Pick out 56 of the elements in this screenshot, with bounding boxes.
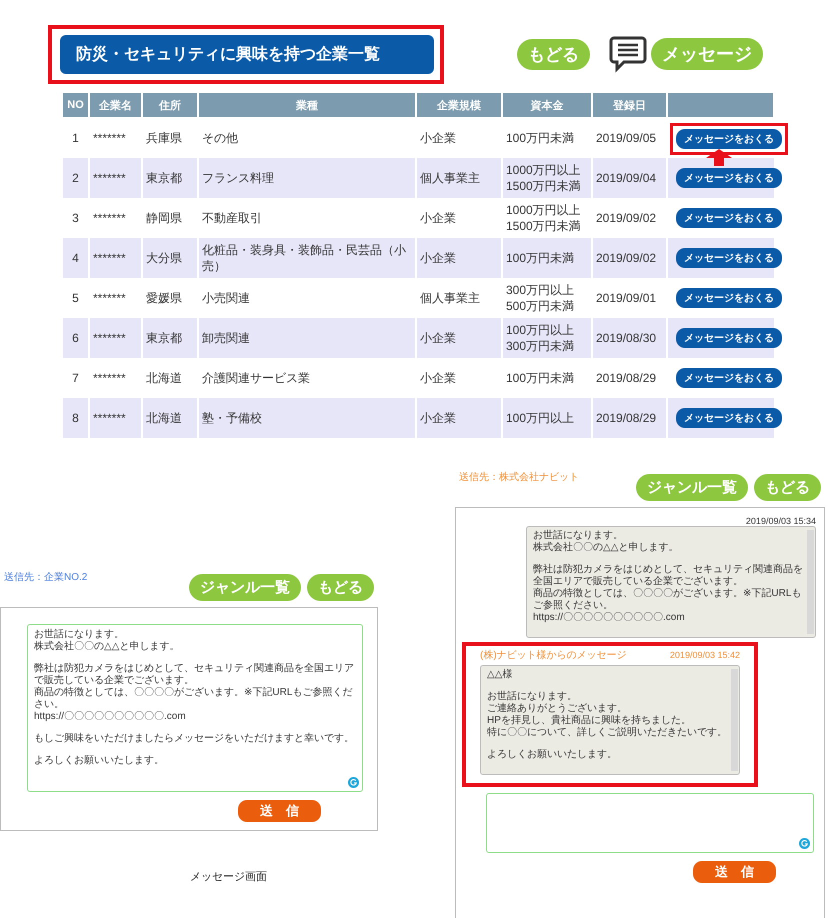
message-line: 商品の特徴としては、〇〇〇〇がございます。※下記URLもご参照ください。 xyxy=(34,687,354,711)
table-cell: 北海道 xyxy=(142,398,198,438)
sender-label: (株)ナビット様からのメッセージ xyxy=(480,648,627,662)
message-line: 弊社は防犯カメラをはじめとして、セキュリティ関連商品を xyxy=(533,564,803,576)
message-line: HPを拝見し、貴社商品に興味を持ちました。 xyxy=(487,715,692,726)
message-line: 特に〇〇について、詳しくご説明いただきたいです。 xyxy=(487,727,727,739)
page-title: 防災・セキュリティに興味を持つ企業一覧 xyxy=(60,34,434,74)
send-message-button[interactable]: メッセージをおくる xyxy=(676,128,782,148)
message-line: よろしくお願いいたします。 xyxy=(34,755,165,767)
column-header: 登録日 xyxy=(592,92,667,118)
message-line: 株式会社〇〇の△△と申します。 xyxy=(533,542,680,554)
message-line: お世話になります。 xyxy=(34,629,125,640)
column-header: 企業名 xyxy=(89,92,142,118)
message-field[interactable]: お世話になります。 株式会社〇〇の△△と申します。 弊社は防犯カメラをはじめとして、セキュリティ関連商品を全国エリアで販売している企業でございます。 商品の特徴としては、〇〇〇〇がございます。※下記URLもご参照ください。 https://〇〇〇〇〇〇〇〇〇〇.com もしご興味をいただけましたらメッセージをいただけますと幸いです。 よろしくお願いいたします。 xyxy=(27,624,363,792)
send-message-button[interactable]: メッセージをおくる xyxy=(676,368,782,388)
column-header: 業種 xyxy=(198,92,416,118)
timestamp: 2019/09/03 15:34 xyxy=(746,516,816,526)
message-line: ご連絡ありがとうございます。 xyxy=(487,703,628,714)
column-header: 資本金 xyxy=(502,92,592,118)
send-message-button[interactable]: メッセージをおくる xyxy=(676,328,782,348)
message-line: 株式会社〇〇の△△と申します。 xyxy=(34,641,180,653)
send-message-button[interactable]: メッセージをおくる xyxy=(676,408,782,428)
table-cell: ******* xyxy=(89,398,142,438)
message-line: https://〇〇〇〇〇〇〇〇〇〇.com xyxy=(34,711,187,723)
message-line: 商品の特徴としては、〇〇〇〇がございます。※下記URLも xyxy=(533,588,802,600)
send-button[interactable]: 送 信 xyxy=(693,861,776,883)
table-cell: 100万円以上 xyxy=(502,398,592,438)
column-header: 企業規模 xyxy=(416,92,502,118)
speech-bubble-icon[interactable] xyxy=(608,35,648,73)
send-button[interactable]: 送 信 xyxy=(238,800,321,822)
recipient-label: 送信先：株式会社ナビット xyxy=(458,470,579,484)
column-header: 住所 xyxy=(142,92,198,118)
message-line: よろしくお願いいたします。 xyxy=(487,749,618,761)
message-line: 弊社は防犯カメラをはじめとして、セキュリティ関連商品を全国エリアで販売している企業でございます。 xyxy=(34,663,355,686)
message-line: お世話になります。 xyxy=(533,530,624,542)
table-cell: 塾・予備校 xyxy=(198,398,416,438)
message-line: https://〇〇〇〇〇〇〇〇〇〇.com xyxy=(533,612,686,624)
recipient-label: 送信先：企業NO.2 xyxy=(3,570,88,584)
message-line: ご参照ください。 xyxy=(533,600,614,612)
table-cell: 8 xyxy=(62,398,89,438)
send-message-button[interactable]: メッセージをおくる xyxy=(676,248,782,268)
timestamp: 2019/09/03 15:42 xyxy=(670,650,740,660)
send-message-button[interactable]: メッセージをおくる xyxy=(676,208,782,228)
send-message-button[interactable]: メッセージをおくる xyxy=(676,168,782,188)
column-header: NO xyxy=(62,92,89,118)
grammar-check-icon[interactable] xyxy=(348,777,359,788)
reply-field[interactable] xyxy=(486,793,814,853)
table-cell: 小企業 xyxy=(416,398,502,438)
message-line: 全国エリアで販売している企業でございます。 xyxy=(533,576,744,588)
message-line: もしご興味をいただけましたらメッセージをいただけますと幸いです。 xyxy=(34,733,355,745)
message-line: △△様 xyxy=(487,669,514,681)
send-message-button[interactable]: メッセージをおくる xyxy=(676,288,782,308)
table-cell: 2019/08/29 xyxy=(592,398,667,438)
grammar-check-icon[interactable] xyxy=(799,838,810,849)
message-line: お世話になります。 xyxy=(487,691,578,702)
caption: メッセージ画面 xyxy=(190,870,268,884)
